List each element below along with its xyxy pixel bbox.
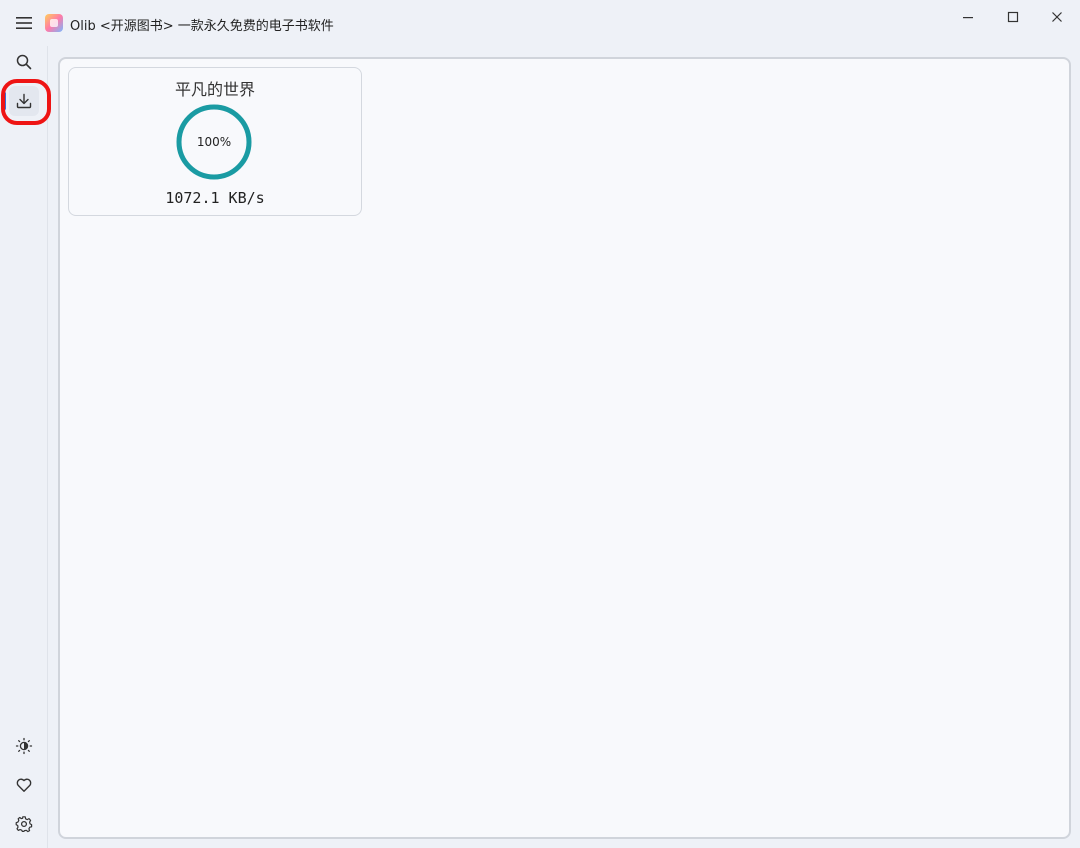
close-button[interactable] <box>1042 6 1072 28</box>
sidebar-item-search[interactable] <box>9 47 39 77</box>
search-icon <box>16 54 32 70</box>
download-icon <box>16 93 32 109</box>
gear-icon <box>15 816 33 833</box>
menu-icon[interactable] <box>14 14 34 32</box>
heart-icon <box>16 778 32 792</box>
progress-percent: 100% <box>196 135 232 149</box>
minimize-icon <box>963 17 973 19</box>
active-indicator <box>3 92 6 110</box>
maximize-icon <box>1007 11 1019 23</box>
sidebar-item-favorites[interactable] <box>9 770 39 800</box>
maximize-button[interactable] <box>998 6 1028 28</box>
download-speed: 1072.1 KB/s <box>165 189 265 207</box>
minimize-button[interactable] <box>953 6 983 28</box>
window-title: Olib <开源图书> 一款永久免费的电子书软件 <box>70 19 334 34</box>
book-title: 平凡的世界 <box>174 80 255 99</box>
sidebar <box>0 46 51 848</box>
theme-toggle-icon <box>15 737 33 755</box>
title-bar: Olib <开源图书> 一款永久免费的电子书软件 <box>0 0 1080 46</box>
sidebar-item-settings[interactable] <box>9 809 39 839</box>
sidebar-item-downloads[interactable] <box>9 86 39 116</box>
downloads-panel: 平凡的世界 100% 1072.1 KB/s <box>58 57 1071 839</box>
close-icon <box>1052 12 1062 22</box>
olib-logo-icon <box>45 14 63 32</box>
sidebar-item-theme[interactable] <box>9 731 39 761</box>
download-card[interactable]: 平凡的世界 100% 1072.1 KB/s <box>68 67 362 216</box>
